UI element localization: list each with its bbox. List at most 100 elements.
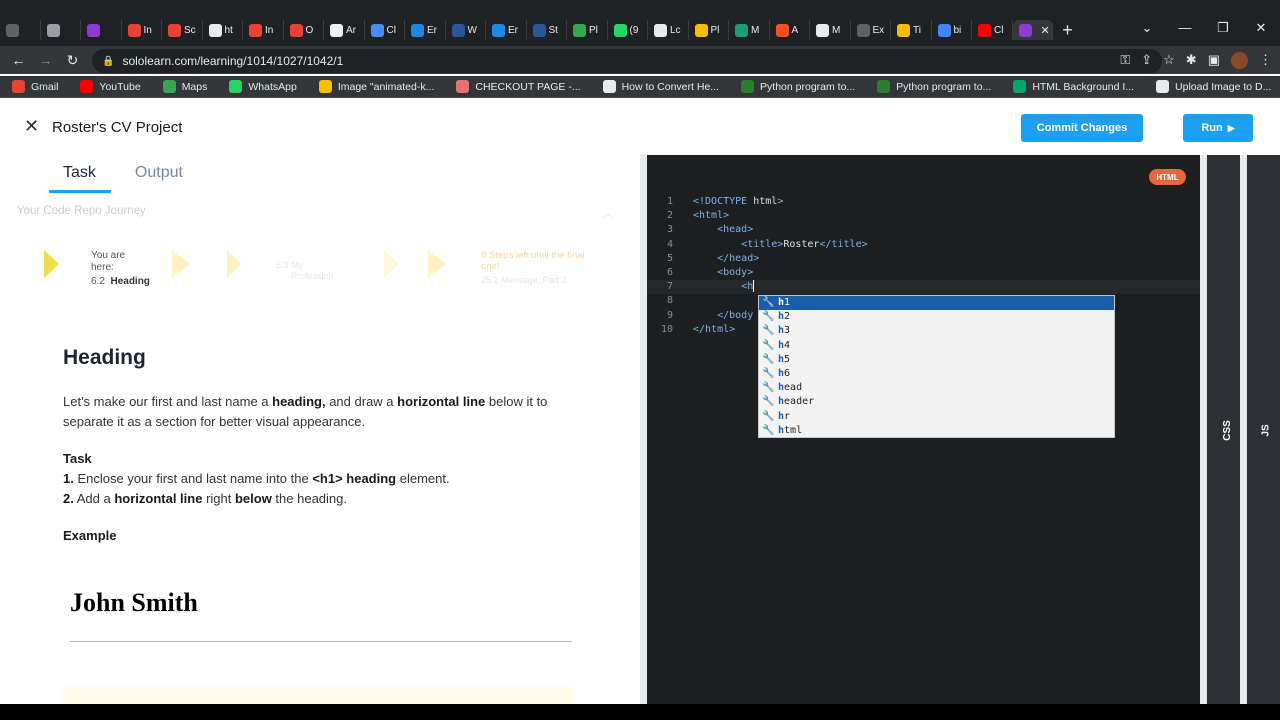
browser-tab[interactable]: Pl [567, 20, 608, 40]
browser-tab[interactable]: Ti [891, 20, 932, 40]
code-line[interactable]: 3 <head> [647, 223, 1200, 237]
line-number: 2 [666, 210, 673, 222]
chevron-up-icon[interactable]: ︿ [602, 205, 613, 221]
profile-avatar[interactable] [1231, 51, 1248, 69]
bookmark-item[interactable]: YouTube [68, 80, 150, 93]
commit-changes-button[interactable]: Commit Changes [1021, 114, 1143, 142]
browser-tab[interactable]: O [284, 20, 324, 40]
browser-tab[interactable]: W [446, 20, 486, 40]
bookmark-item[interactable]: Python program to... [865, 80, 1001, 93]
code-line[interactable]: 6 <body> [647, 266, 1200, 280]
bookmark-item[interactable]: HTML Background I... [1001, 80, 1144, 93]
browser-tab[interactable]: Ar [324, 20, 365, 40]
tab-favicon-icon [937, 23, 951, 37]
pane-resizer[interactable] [640, 154, 647, 704]
code-line[interactable]: 1 <!DOCTYPE html> [647, 195, 1200, 209]
browser-tab[interactable]: Pl [689, 20, 729, 40]
browser-tab[interactable] [41, 20, 81, 40]
star-icon[interactable]: ☆ [1163, 52, 1175, 68]
step-arrow-icon [172, 250, 190, 278]
autocomplete-item[interactable]: 🔧 h tml [759, 424, 1114, 438]
autocomplete-item[interactable]: 🔧 h 6 [759, 367, 1114, 381]
autocomplete-item[interactable]: 🔧 h ead [759, 381, 1114, 395]
tab-task[interactable]: Task [49, 162, 111, 193]
code-line[interactable]: 5 </head> [647, 252, 1200, 266]
back-icon[interactable]: ← [5, 52, 32, 68]
browser-tab[interactable]: Cl [365, 20, 405, 40]
menu-icon[interactable]: ⋮ [1259, 52, 1272, 68]
autocomplete-item[interactable]: 🔧 h 5 [759, 353, 1114, 367]
autocomplete-popup: 🔧 h 1 🔧 h 2 🔧 h 3 🔧 h 4 🔧 h 5 🔧 h 6 🔧 h ead 🔧 h eader 🔧 h r 🔧 h tml [758, 295, 1115, 438]
browser-tab[interactable]: (9 [608, 20, 648, 40]
bookmark-item[interactable]: Python program to... [729, 80, 865, 93]
browser-tab[interactable]: Ex [851, 20, 891, 40]
lesson-tabs: Task Output [49, 162, 183, 193]
autocomplete-item[interactable]: 🔧 h 3 [759, 324, 1114, 338]
bookmark-favicon-icon [1156, 80, 1170, 93]
address-bar[interactable]: 🔒 sololearn.com/learning/1014/1027/1042/… [92, 49, 1162, 73]
autocomplete-item[interactable]: 🔧 h 1 [759, 296, 1114, 311]
share-icon[interactable]: ⇪ [1141, 52, 1152, 68]
tab-output[interactable]: Output [135, 162, 183, 193]
code-tag: </head> [717, 252, 760, 264]
bookmark-item[interactable]: How to Convert He... [591, 80, 729, 93]
autocomplete-item[interactable]: 🔧 h eader [759, 395, 1114, 409]
tab-close-icon[interactable]: ✕ [1041, 24, 1050, 37]
browser-tab[interactable]: A [770, 20, 810, 40]
bookmark-item[interactable]: Maps [151, 80, 218, 93]
browser-tab[interactable]: ht [203, 20, 243, 40]
bookmark-item[interactable]: WhatsApp [217, 80, 306, 93]
code-editor[interactable]: HTML 1 <!DOCTYPE html> 2 <html> 3 <head> 4 <t… [647, 155, 1200, 704]
wrench-icon: 🔧 [762, 311, 775, 323]
extensions-icon[interactable]: ✱ [1186, 52, 1197, 68]
code-line[interactable]: 2 <html> [647, 209, 1200, 223]
bookmark-favicon-icon [162, 80, 176, 93]
pane-resizer[interactable] [1200, 155, 1207, 704]
code-line[interactable]: 4 <title>Roster</title> [647, 238, 1200, 252]
browser-tab[interactable] [0, 20, 41, 40]
browser-tab[interactable]: In [243, 20, 284, 40]
js-panel-collapsed[interactable]: JS [1247, 155, 1280, 704]
bookmark-item[interactable]: Image "animated-k... [307, 80, 445, 93]
browser-tab[interactable]: Sc [162, 20, 203, 40]
browser-tab[interactable]: Cl [972, 20, 1013, 40]
pane-resizer[interactable] [1240, 155, 1247, 704]
autocomplete-item[interactable]: 🔧 h 4 [759, 339, 1114, 353]
close-icon[interactable]: ✕ [24, 116, 39, 137]
browser-tab[interactable]: Er [405, 20, 446, 40]
code-tag: <!DOCTYPE [693, 196, 754, 207]
window-close-icon[interactable]: ✕ [1242, 20, 1280, 36]
browser-tab[interactable]: bi [932, 20, 972, 40]
minimize-icon[interactable]: — [1166, 20, 1204, 36]
bookmark-favicon-icon [741, 80, 755, 93]
tab-search-icon[interactable]: ⌄ [1128, 20, 1166, 36]
bookmark-item[interactable]: Upload Image to D... [1144, 80, 1280, 93]
code-line[interactable]: 7 <h [647, 280, 1200, 295]
key-icon[interactable]: ⚿ [1120, 52, 1130, 68]
autocomplete-item[interactable]: 🔧 h r [759, 410, 1114, 424]
browser-tab[interactable]: St [527, 20, 567, 40]
browser-tab[interactable]: Lc [648, 20, 689, 40]
bookmark-label: YouTube [99, 80, 141, 93]
browser-tab[interactable] [81, 20, 122, 40]
restore-icon[interactable]: ❐ [1204, 20, 1242, 36]
bookmark-item[interactable]: Gmail [0, 80, 68, 93]
next-step[interactable]: 6.3 My Profession [276, 250, 336, 282]
tab-title: St [548, 24, 558, 36]
reload-icon[interactable]: ↻ [59, 52, 86, 69]
browser-tab[interactable]: Er [486, 20, 527, 40]
browser-tab[interactable]: In [122, 20, 162, 40]
browser-tab[interactable]: M [810, 20, 851, 40]
autocomplete-item[interactable]: 🔧 h 2 [759, 310, 1114, 324]
new-tab-icon[interactable]: + [1053, 20, 1083, 41]
tab-title: ht [224, 24, 233, 36]
forward-icon[interactable]: → [32, 52, 59, 68]
run-button[interactable]: Run ▶ [1183, 114, 1253, 142]
browser-tab[interactable]: ✕ [1012, 20, 1053, 40]
later-step[interactable]: 25.2 Message, Part 2 [481, 275, 611, 286]
bookmark-label: How to Convert He... [621, 80, 720, 93]
bookmark-item[interactable]: CHECKOUT PAGE -... [444, 80, 590, 93]
sidepanel-icon[interactable]: ▣ [1208, 52, 1220, 68]
css-panel-collapsed[interactable]: CSS [1207, 155, 1240, 704]
browser-tab[interactable]: M [729, 20, 770, 40]
